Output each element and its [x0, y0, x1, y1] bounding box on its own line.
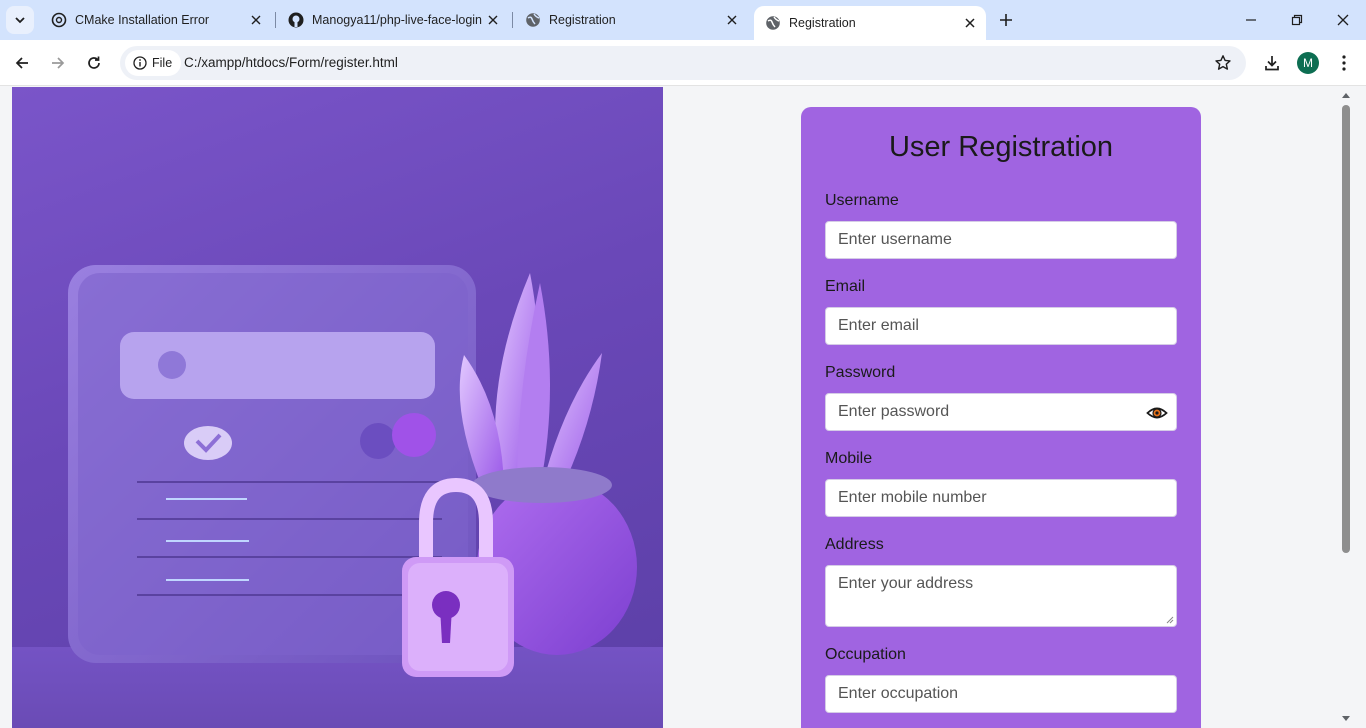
forward-button[interactable]	[44, 49, 72, 77]
url-text[interactable]: C:/xampp/htdocs/Form/register.html	[184, 55, 398, 70]
address-bar[interactable]: File C:/xampp/htdocs/Form/register.html	[120, 46, 1246, 80]
openai-icon	[51, 12, 67, 28]
download-icon	[1265, 56, 1279, 71]
scroll-thumb[interactable]	[1342, 105, 1350, 553]
github-icon	[288, 12, 304, 28]
tab-divider	[512, 12, 513, 28]
close-icon[interactable]	[485, 12, 501, 28]
username-input[interactable]: Enter username	[825, 221, 1177, 259]
tab-title: Manogya11/php-live-face-login	[312, 13, 483, 27]
occupation-label: Occupation	[825, 646, 906, 663]
address-placeholder: Enter your address	[838, 575, 974, 592]
reload-icon	[88, 56, 100, 69]
arrow-left-icon	[15, 57, 28, 69]
minimize-button[interactable]	[1228, 0, 1274, 40]
mobile-input[interactable]: Enter mobile number	[825, 479, 1177, 517]
site-info-chip[interactable]: File	[125, 50, 182, 76]
hero-illustration	[12, 87, 663, 728]
form-title: User Registration	[888, 131, 1114, 163]
close-icon[interactable]	[248, 12, 264, 28]
browser-toolbar: File C:/xampp/htdocs/Form/register.html	[0, 40, 1366, 86]
resize-handle-icon[interactable]	[1166, 616, 1174, 624]
tab-title: Registration	[549, 13, 616, 27]
password-input[interactable]: Enter password	[825, 393, 1177, 431]
username-label: Username	[825, 192, 899, 209]
tab-search-button[interactable]	[6, 6, 34, 34]
close-icon	[1337, 14, 1349, 26]
profile-avatar[interactable]: M	[1297, 52, 1319, 74]
scroll-up-icon[interactable]	[1341, 91, 1351, 99]
page-viewport: User Registration Username Enter usernam…	[0, 87, 1366, 728]
page-scrollbar[interactable]	[1338, 87, 1352, 728]
restore-icon	[1291, 14, 1303, 26]
tab-title: CMake Installation Error	[75, 13, 210, 27]
back-button[interactable]	[8, 49, 36, 77]
tab-strip: CMake Installation Error Manogya11/php-l…	[0, 0, 1366, 40]
globe-icon	[525, 12, 541, 28]
reload-button[interactable]	[80, 49, 108, 77]
arrow-right-icon	[52, 57, 65, 69]
close-window-button[interactable]	[1320, 0, 1366, 40]
mobile-label: Mobile	[825, 450, 873, 467]
occupation-input[interactable]: Enter occupation	[825, 675, 1177, 713]
tab-title: Registration	[789, 16, 856, 30]
tab-registration-active[interactable]: Registration	[754, 6, 986, 40]
close-icon[interactable]	[724, 12, 740, 28]
chevron-down-icon	[15, 17, 25, 24]
email-label: Email	[825, 278, 866, 295]
more-vert-icon	[1342, 55, 1346, 71]
address-textarea[interactable]: Enter your address	[825, 565, 1177, 627]
minimize-icon	[1246, 19, 1256, 21]
star-icon[interactable]	[1214, 54, 1232, 72]
tab-divider	[275, 12, 276, 28]
site-chip-label: File	[152, 56, 173, 70]
address-label: Address	[825, 536, 884, 553]
password-label: Password	[825, 364, 896, 381]
tab-registration[interactable]: Registration	[514, 0, 748, 40]
scroll-down-icon[interactable]	[1341, 715, 1351, 723]
registration-form: User Registration Username Enter usernam…	[801, 107, 1201, 728]
info-icon	[133, 56, 147, 70]
new-tab-button[interactable]	[994, 8, 1018, 32]
eye-icon[interactable]	[1146, 402, 1168, 424]
plus-icon	[1000, 14, 1012, 26]
restore-button[interactable]	[1274, 0, 1320, 40]
tab-cmake[interactable]: CMake Installation Error	[40, 0, 272, 40]
email-input[interactable]: Enter email	[825, 307, 1177, 345]
tab-github[interactable]: Manogya11/php-live-face-login	[277, 0, 509, 40]
login-illustration	[12, 265, 663, 728]
password-placeholder: Enter password	[838, 403, 950, 420]
close-icon[interactable]	[962, 15, 978, 31]
check-badge-shape	[184, 426, 232, 460]
menu-button[interactable]	[1330, 49, 1358, 77]
globe-icon	[765, 15, 781, 31]
downloads-button[interactable]	[1258, 49, 1286, 77]
